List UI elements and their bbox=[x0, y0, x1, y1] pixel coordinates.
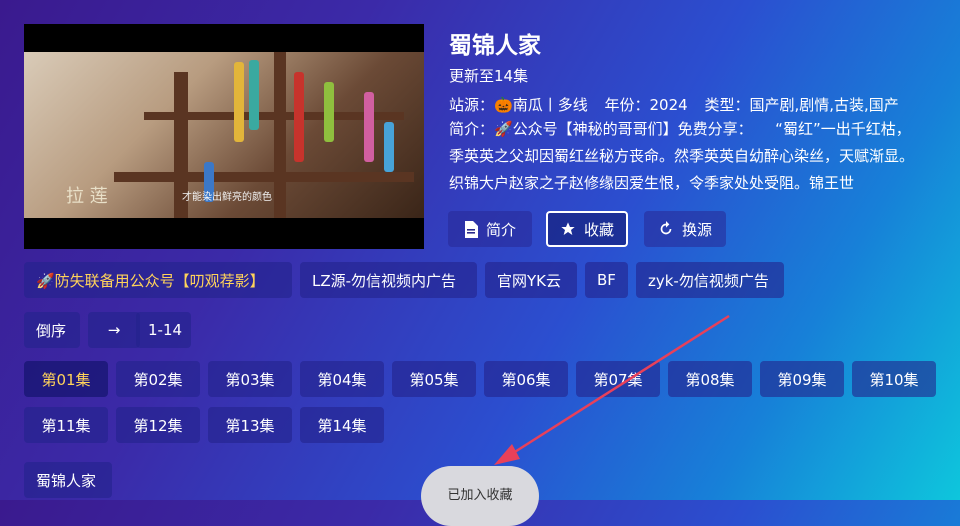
annotation-arrow bbox=[494, 314, 730, 465]
